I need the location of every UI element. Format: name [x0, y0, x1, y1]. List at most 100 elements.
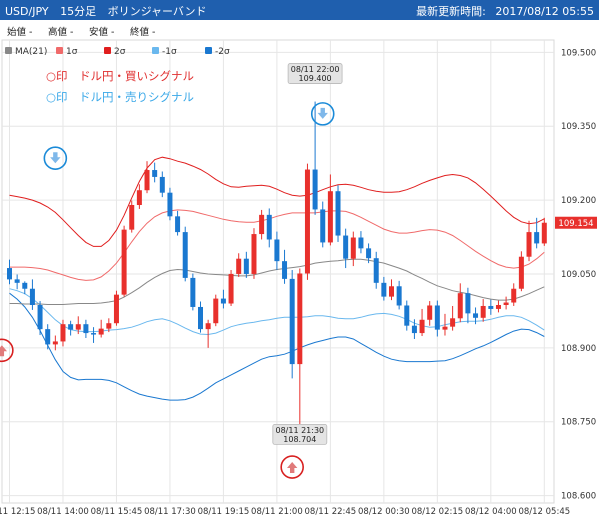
candle-up	[121, 225, 127, 297]
y-tick-label: 109.200	[561, 196, 596, 206]
x-tick-label: 08/11 17:30	[144, 507, 196, 517]
x-tick-label: 08/12 04:00	[465, 507, 517, 517]
candle-body	[205, 323, 211, 330]
candle-body	[106, 323, 112, 329]
candle-body	[518, 256, 524, 289]
x-tick-label: 08/11 21:00	[251, 507, 303, 517]
candle-body	[7, 268, 12, 280]
candle-up	[213, 294, 219, 327]
candle-body	[152, 170, 158, 177]
y-tick-label: 109.500	[561, 48, 596, 58]
candle-body	[121, 229, 127, 295]
candle-body	[442, 326, 448, 330]
candle-up	[228, 270, 234, 306]
candle-body	[526, 232, 532, 257]
candle-body	[373, 258, 379, 283]
candle-down	[289, 270, 295, 379]
close-value: 終値 -	[130, 27, 156, 38]
x-tick-label: 08/12 00:30	[358, 507, 410, 517]
candle-body	[68, 324, 74, 330]
legend-swatch	[152, 47, 159, 54]
symbol-label: USD/JPY	[5, 5, 49, 18]
candle-body	[343, 235, 349, 259]
legend-label: -1σ	[162, 47, 177, 57]
candle-body	[495, 304, 501, 309]
candle-body	[404, 305, 410, 326]
ohlc-bar: 始値 - 高値 - 安値 - 終値 -	[0, 21, 599, 39]
candle-body	[488, 305, 494, 309]
x-tick-label: 08/12 05:45	[518, 507, 570, 517]
candle-body	[22, 282, 28, 289]
x-tick-label: 08/11 15:45	[91, 507, 143, 517]
candle-body	[243, 258, 249, 274]
low-value: 安値 -	[89, 27, 115, 38]
x-tick-label: 08/11 14:00	[37, 507, 89, 517]
candle-body	[45, 329, 51, 345]
candle-up	[518, 251, 524, 292]
candle-body	[91, 333, 97, 335]
candle-body	[457, 293, 463, 319]
candle-body	[289, 278, 295, 365]
candle-up	[304, 163, 310, 280]
candle-body	[236, 258, 242, 274]
candle-body	[350, 237, 356, 259]
chart-canvas: 109.500 109.350 109.200 109.050 108.900 108.7…	[0, 39, 597, 517]
candle-body	[389, 286, 394, 297]
candle-body	[60, 324, 66, 342]
callout-time: 08/11 21:30	[275, 426, 324, 435]
title-right: 最新更新時間: 2017/08/12 05:55	[410, 3, 594, 19]
candle-up	[113, 290, 119, 326]
candle-body	[366, 248, 372, 259]
timeframe-label: 15分足	[60, 5, 97, 18]
candle-body	[541, 222, 547, 244]
candle-body	[198, 306, 203, 330]
candle-body	[274, 239, 280, 262]
candle-down	[335, 185, 341, 242]
title-bar: USD/JPY 15分足 ボリンジャーバンド 最新更新時間: 2017/08/1…	[0, 0, 599, 20]
candle-body	[182, 232, 188, 278]
sell-signal-legend: ○印 ドル円・売りシグナル	[46, 90, 194, 104]
candle-up	[251, 228, 257, 279]
candle-body	[297, 273, 303, 365]
candle-body	[167, 192, 173, 217]
legend-swatch	[5, 47, 12, 54]
candle-body	[52, 341, 58, 345]
legend-label: -2σ	[215, 47, 230, 57]
legend-label: MA(21)	[15, 47, 47, 57]
callout-time: 08/11 22:00	[291, 65, 340, 74]
candle-body	[213, 298, 219, 324]
high-value: 高値 -	[48, 27, 74, 38]
candle-body	[14, 279, 20, 283]
candle-body	[434, 305, 440, 330]
x-tick-label: 08/11 19:15	[198, 507, 250, 517]
candle-down	[182, 226, 188, 282]
candle-body	[511, 288, 517, 303]
price-callout: 08/11 21:30108.704	[272, 423, 328, 445]
callout-price: 108.704	[283, 435, 316, 444]
candle-body	[473, 313, 479, 318]
candle-body	[358, 237, 364, 249]
candle-body	[29, 288, 35, 305]
candle-body	[228, 273, 234, 304]
title-left: USD/JPY 15分足 ボリンジャーバンド	[5, 3, 214, 19]
legend-swatch	[104, 47, 111, 54]
candle-body	[251, 234, 257, 274]
candle-body	[159, 176, 165, 193]
candle-body	[190, 277, 196, 307]
x-tick-label: 08/11 22:45	[305, 507, 357, 517]
candle-body	[282, 261, 288, 279]
candle-body	[312, 169, 318, 210]
candle-body	[113, 294, 119, 324]
candle-body	[320, 209, 326, 243]
y-tick-label: 108.900	[561, 344, 596, 354]
candle-body	[129, 205, 135, 230]
candle-up	[129, 200, 135, 233]
candle-body	[259, 214, 265, 235]
candle-body	[503, 302, 509, 305]
candle-body	[220, 298, 226, 304]
candle-body	[427, 305, 433, 320]
candle-body	[37, 304, 43, 330]
candle-body	[98, 328, 104, 335]
candle-body	[136, 190, 142, 206]
updated-time: 2017/08/12 05:55	[495, 5, 594, 18]
